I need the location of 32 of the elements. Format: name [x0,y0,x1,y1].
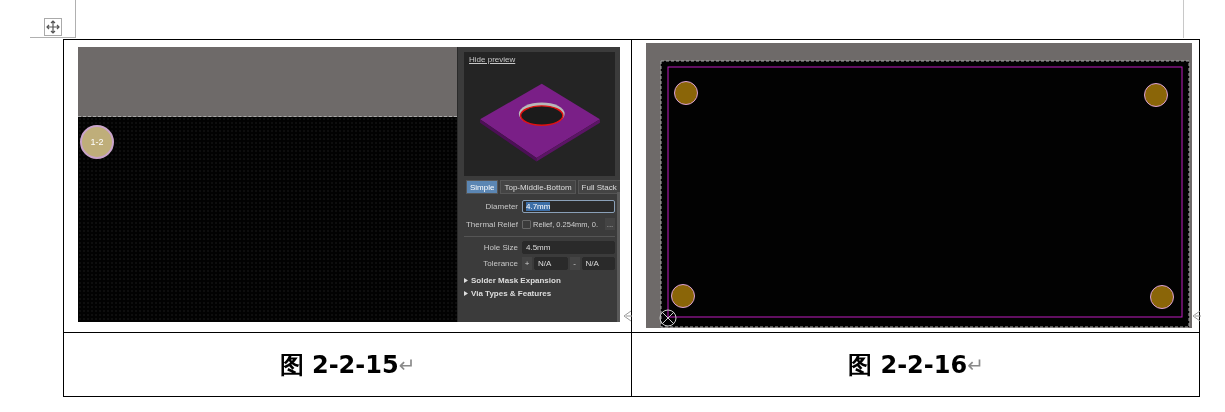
move-handle-icon[interactable] [44,18,62,36]
field-label: Diameter [484,202,518,211]
paragraph-mark: ↵ [967,352,984,377]
plus-sign: + [522,257,532,270]
field-label: Thermal Relief [465,219,518,229]
thermal-relief-checkbox[interactable] [522,219,531,229]
via-pad[interactable] [1144,83,1168,107]
plus-tolerance-field[interactable]: N/A [534,257,568,270]
end-of-cell-icon [1191,310,1201,322]
field-label: Hole Size [482,243,518,252]
section-header[interactable]: Solder Mask Expansion [471,276,561,285]
stack-mode-tab[interactable]: Full Stack [577,180,620,194]
section-header[interactable]: Via Types & Features [471,289,552,298]
minus-sign: - [569,257,580,270]
paragraph-mark: ↵ [398,352,416,377]
hide-preview-link[interactable]: Hide preview [469,55,516,64]
expand-arrow-icon[interactable] [464,291,468,296]
figure-caption: 图 2-2-16 [848,349,968,381]
hole-size-field[interactable]: 4.5mm [522,241,615,254]
figure-caption: 图 2-2-15 [279,349,399,381]
origin-marker-icon [659,309,677,327]
via-pad[interactable] [674,81,698,105]
field-label: Tolerance [482,259,518,268]
end-of-cell-icon [622,310,632,322]
stack-mode-tab[interactable]: Top-Middle-Bottom [500,180,576,194]
stack-mode-tab[interactable]: Simple [466,180,499,194]
more-button[interactable]: ... [605,218,615,230]
diameter-field[interactable]: 4.7mm [522,200,615,213]
minus-tolerance-field[interactable]: N/A [581,257,615,270]
via-pad[interactable] [671,284,695,308]
via-pad[interactable] [1150,285,1174,309]
expand-arrow-icon[interactable] [464,278,468,283]
